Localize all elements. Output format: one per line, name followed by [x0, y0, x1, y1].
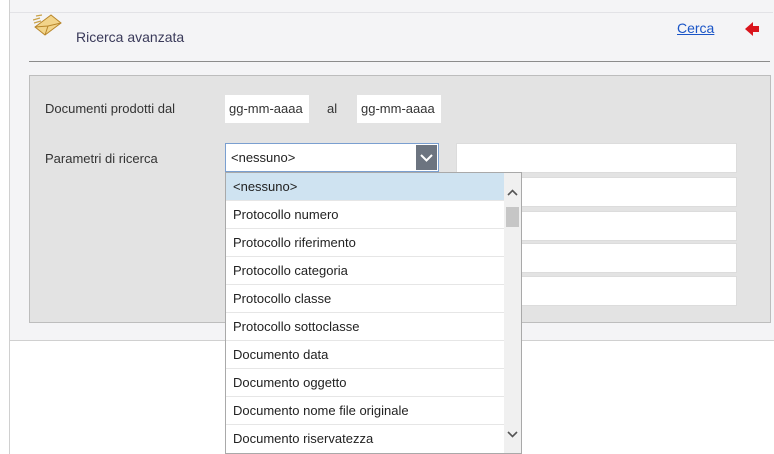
date-to-label: al — [327, 101, 338, 116]
dropdown-option[interactable]: Documento oggetto — [226, 369, 505, 397]
dropdown-option[interactable]: Protocollo categoria — [226, 257, 505, 285]
dropdown-option[interactable]: Protocollo numero — [226, 201, 505, 229]
date-range-label: Documenti prodotti dal — [45, 101, 176, 116]
chevron-up-icon[interactable] — [504, 185, 521, 201]
date-to-input[interactable]: gg-mm-aaaa — [357, 95, 441, 123]
select-value: <nessuno> — [231, 150, 296, 165]
dropdown-option[interactable]: Protocollo riferimento — [226, 229, 505, 257]
search-params-label: Parametri di ricerca — [45, 151, 158, 166]
chevron-down-icon[interactable] — [504, 427, 521, 443]
header-divider — [29, 61, 770, 62]
page-frame-left-border — [9, 340, 10, 454]
chevron-down-icon[interactable] — [416, 145, 437, 170]
search-link[interactable]: Cerca — [677, 20, 714, 36]
search-param-select[interactable]: <nessuno> — [225, 143, 439, 172]
dropdown-option[interactable]: <nessuno> — [226, 173, 505, 201]
dropdown-option[interactable]: Documento data — [226, 341, 505, 369]
date-from-input[interactable]: gg-mm-aaaa — [225, 95, 309, 123]
dropdown-option[interactable]: Documento nome file originale — [226, 397, 505, 425]
dropdown-option[interactable]: Protocollo classe — [226, 285, 505, 313]
page-title: Ricerca avanzata — [76, 29, 185, 45]
search-param-dropdown: <nessuno> Protocollo numero Protocollo r… — [225, 172, 522, 454]
search-value-field-1[interactable] — [456, 143, 737, 173]
dropdown-option[interactable]: Documento riservatezza — [226, 425, 505, 453]
dropdown-option[interactable]: Protocollo sottoclasse — [226, 313, 505, 341]
red-arrow-left-icon[interactable] — [744, 21, 760, 37]
dropdown-scrollbar[interactable] — [504, 173, 521, 453]
envelope-icon — [33, 14, 62, 36]
scroll-thumb[interactable] — [506, 207, 519, 227]
